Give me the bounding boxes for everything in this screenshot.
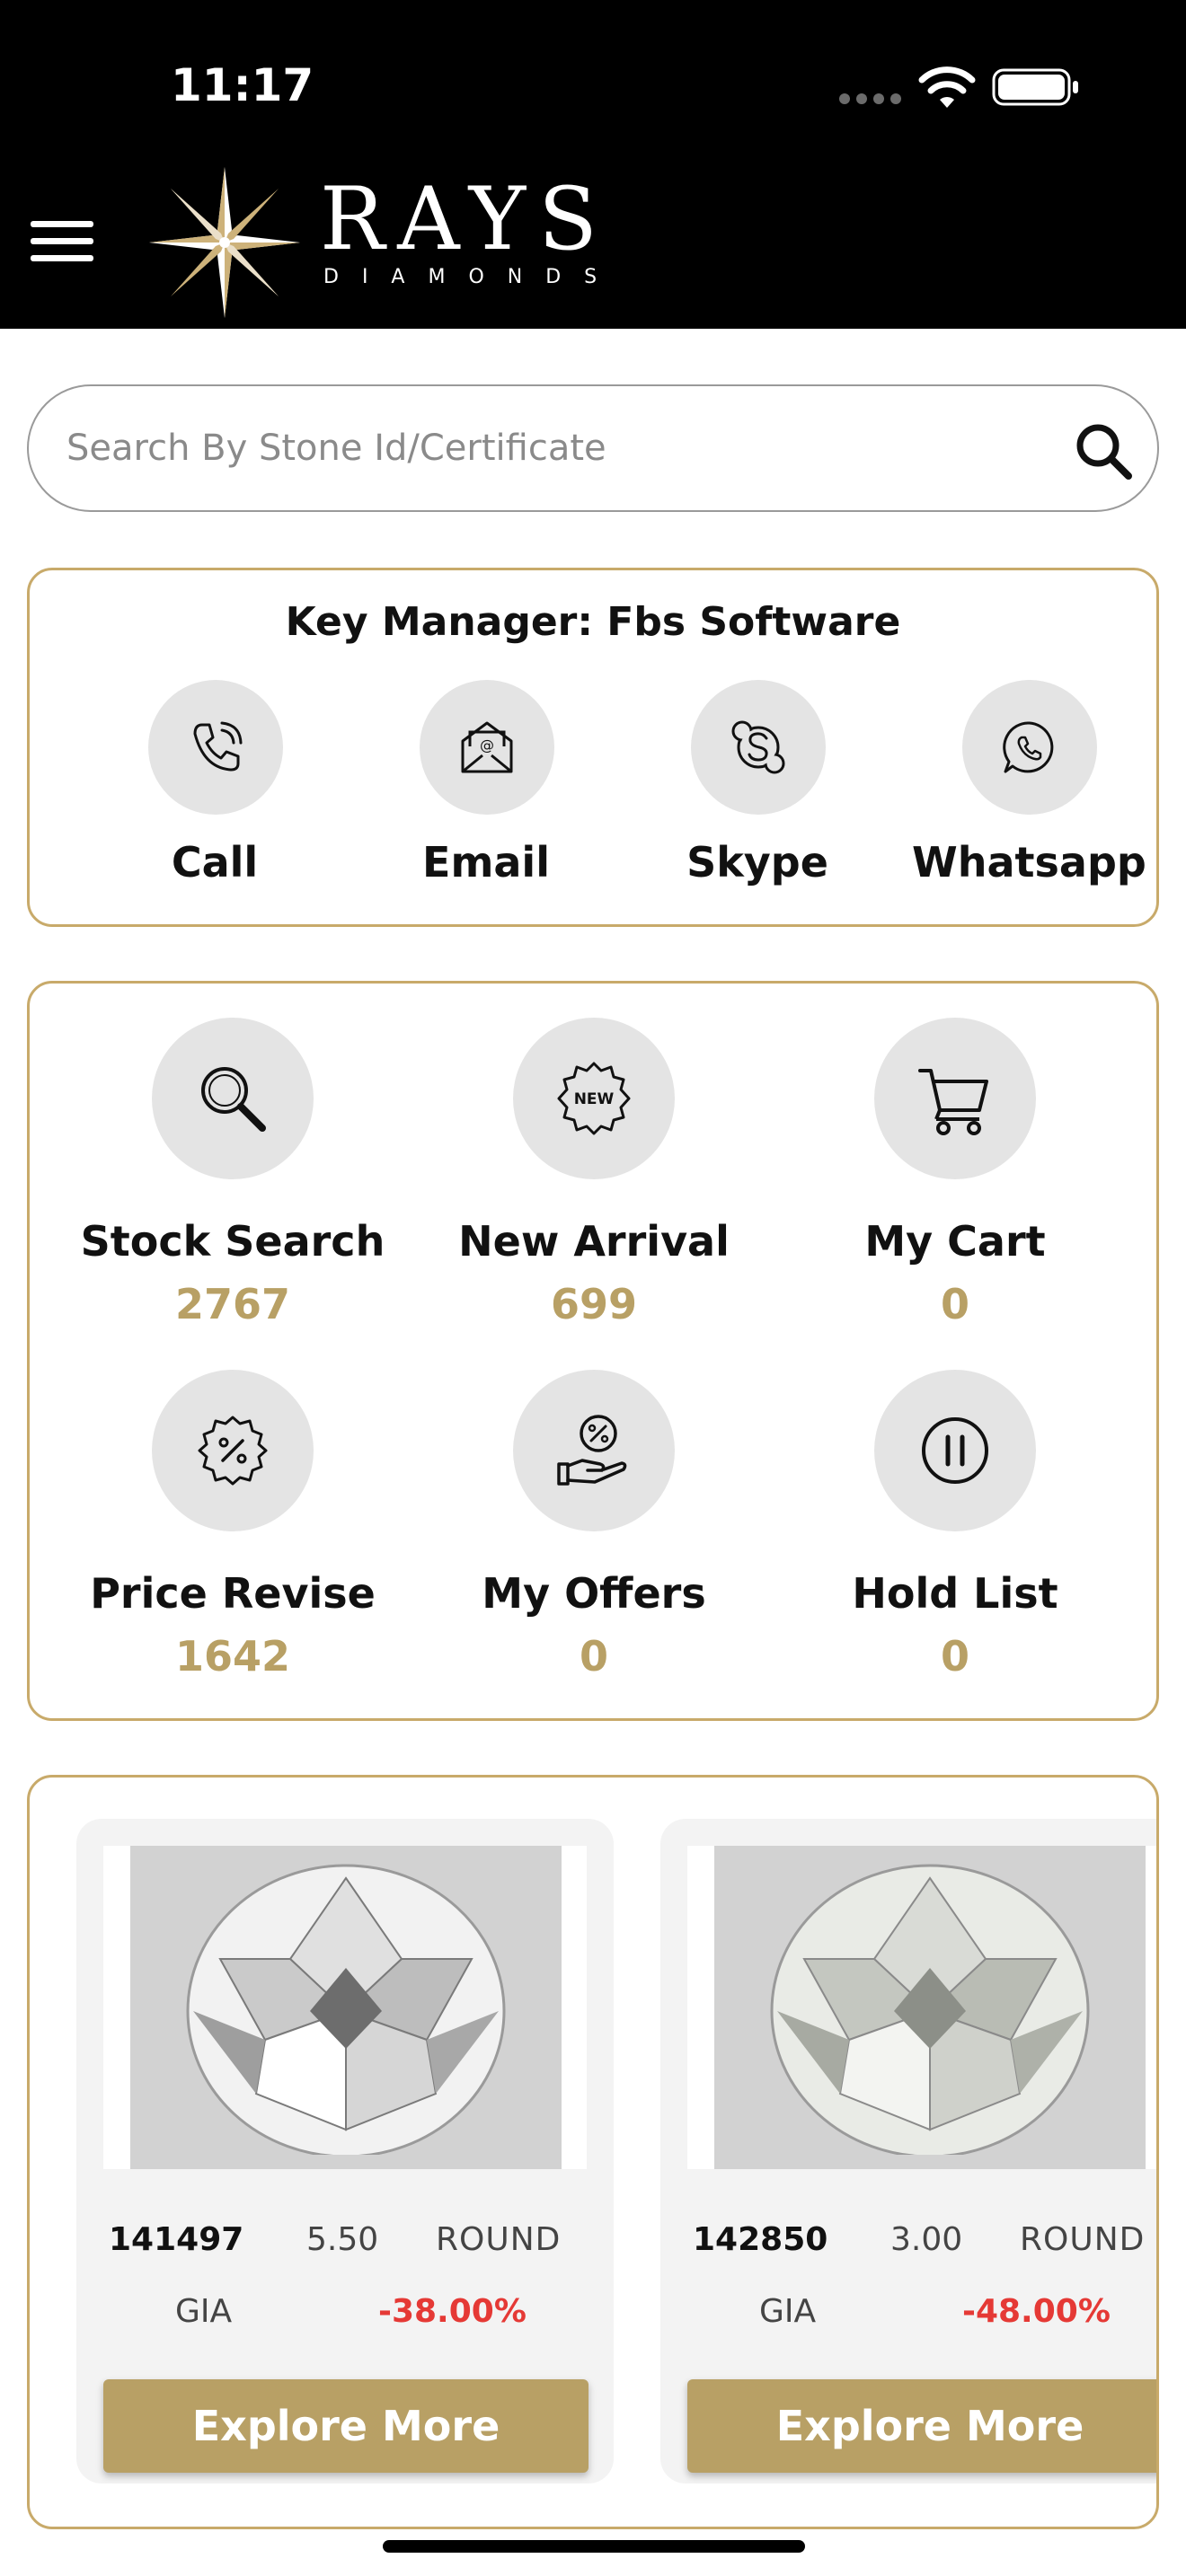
new-arrival-button[interactable]: NEW (513, 1018, 675, 1179)
my-cart-tile[interactable]: My Cart 0 (784, 1018, 1126, 1359)
new-arrival-label: New Arrival (458, 1217, 730, 1266)
my-offers-button[interactable] (513, 1370, 675, 1531)
hold-list-count: 0 (940, 1632, 969, 1681)
stock-search-count: 2767 (174, 1280, 291, 1328)
svg-text:@: @ (480, 737, 494, 754)
price-revise-button[interactable] (152, 1370, 314, 1531)
pause-icon (922, 1417, 988, 1484)
stone-lab: GIA (175, 2293, 233, 2330)
key-manager-card: Key Manager: Fbs Software Call @ Email S… (27, 568, 1159, 927)
search-input[interactable] (66, 419, 1010, 478)
diamond-image[interactable] (687, 1846, 1156, 2169)
cart-icon (918, 1069, 988, 1135)
new-arrival-tile[interactable]: NEW New Arrival 699 (423, 1018, 765, 1359)
skype-button[interactable] (691, 680, 826, 815)
featured-stones-carousel[interactable]: 141497 5.50 ROUND GIA -38.00% Explore Mo… (27, 1775, 1159, 2529)
magnifier-icon (201, 1067, 266, 1132)
diamond-image[interactable] (103, 1846, 587, 2169)
stone-discount: -48.00% (962, 2293, 1111, 2330)
whatsapp-label: Whatsapp (912, 838, 1146, 887)
email-action[interactable]: @ Email (369, 680, 603, 904)
brand-logo-text: RAYS (320, 169, 610, 269)
stone-weight: 3.00 (890, 2221, 963, 2258)
my-cart-button[interactable] (874, 1018, 1036, 1179)
skype-action[interactable]: Skype (641, 680, 874, 904)
diamond-photo-icon (186, 1864, 506, 2155)
hold-list-label: Hold List (852, 1569, 1058, 1618)
skype-icon (731, 720, 785, 774)
call-button[interactable] (148, 680, 283, 815)
hold-list-button[interactable] (874, 1370, 1036, 1531)
my-offers-tile[interactable]: My Offers 0 (423, 1370, 765, 1711)
stone-card[interactable]: 141497 5.50 ROUND GIA -38.00% Explore Mo… (76, 1819, 614, 2483)
key-manager-title: Key Manager: Fbs Software (285, 599, 901, 645)
new-arrival-count: 699 (550, 1280, 638, 1328)
stock-search-tile[interactable]: Stock Search 2767 (62, 1018, 403, 1359)
call-action[interactable]: Call (98, 680, 332, 904)
stone-id: 141497 (109, 2221, 244, 2258)
email-button[interactable]: @ (420, 680, 554, 815)
battery-icon (992, 68, 1078, 106)
logo-star-icon (149, 167, 300, 318)
call-label: Call (171, 838, 259, 887)
stock-search-label: Stock Search (80, 1217, 385, 1266)
dashboard-grid-card: Stock Search 2767 NEW New Arrival 699 My… (27, 981, 1159, 1721)
cellular-signal-icon (839, 93, 902, 106)
status-time: 11:17 (171, 59, 314, 111)
hamburger-menu-icon[interactable] (31, 221, 93, 262)
stone-shape: ROUND (1020, 2221, 1146, 2258)
whatsapp-icon (1003, 721, 1054, 773)
search-icon[interactable] (1071, 419, 1136, 483)
discount-badge-icon (198, 1416, 268, 1486)
search-bar[interactable] (27, 384, 1159, 512)
explore-more-button[interactable]: Explore More (687, 2379, 1156, 2473)
stock-search-button[interactable] (152, 1018, 314, 1179)
phone-icon (193, 721, 243, 772)
brand-logo-subtext: DIAMONDS (323, 266, 621, 288)
email-label: Email (422, 838, 550, 887)
whatsapp-action[interactable]: Whatsapp (912, 680, 1146, 904)
price-revise-label: Price Revise (90, 1569, 376, 1618)
hold-list-tile[interactable]: Hold List 0 (784, 1370, 1126, 1711)
diamond-photo-icon (770, 1864, 1090, 2155)
whatsapp-button[interactable] (962, 680, 1097, 815)
my-offers-label: My Offers (482, 1569, 706, 1618)
my-offers-count: 0 (579, 1632, 608, 1681)
my-cart-count: 0 (940, 1280, 969, 1328)
price-revise-tile[interactable]: Price Revise 1642 (62, 1370, 403, 1711)
stone-id: 142850 (693, 2221, 828, 2258)
stone-discount: -38.00% (378, 2293, 527, 2330)
home-indicator[interactable] (383, 2540, 805, 2553)
my-cart-label: My Cart (864, 1217, 1046, 1266)
new-badge-icon: NEW (557, 1062, 631, 1135)
explore-more-button[interactable]: Explore More (103, 2379, 589, 2473)
stone-lab: GIA (759, 2293, 817, 2330)
email-icon: @ (461, 721, 513, 773)
svg-text:NEW: NEW (574, 1090, 615, 1108)
price-revise-count: 1642 (174, 1632, 291, 1681)
wifi-icon (918, 66, 976, 108)
app-header: 11:17 RAYS DIAMONDS (0, 0, 1186, 329)
offer-hand-icon (557, 1415, 627, 1486)
skype-label: Skype (686, 838, 828, 887)
stone-weight: 5.50 (306, 2221, 379, 2258)
stone-card[interactable]: 142850 3.00 ROUND GIA -48.00% Explore Mo… (660, 1819, 1156, 2483)
stone-shape: ROUND (436, 2221, 562, 2258)
